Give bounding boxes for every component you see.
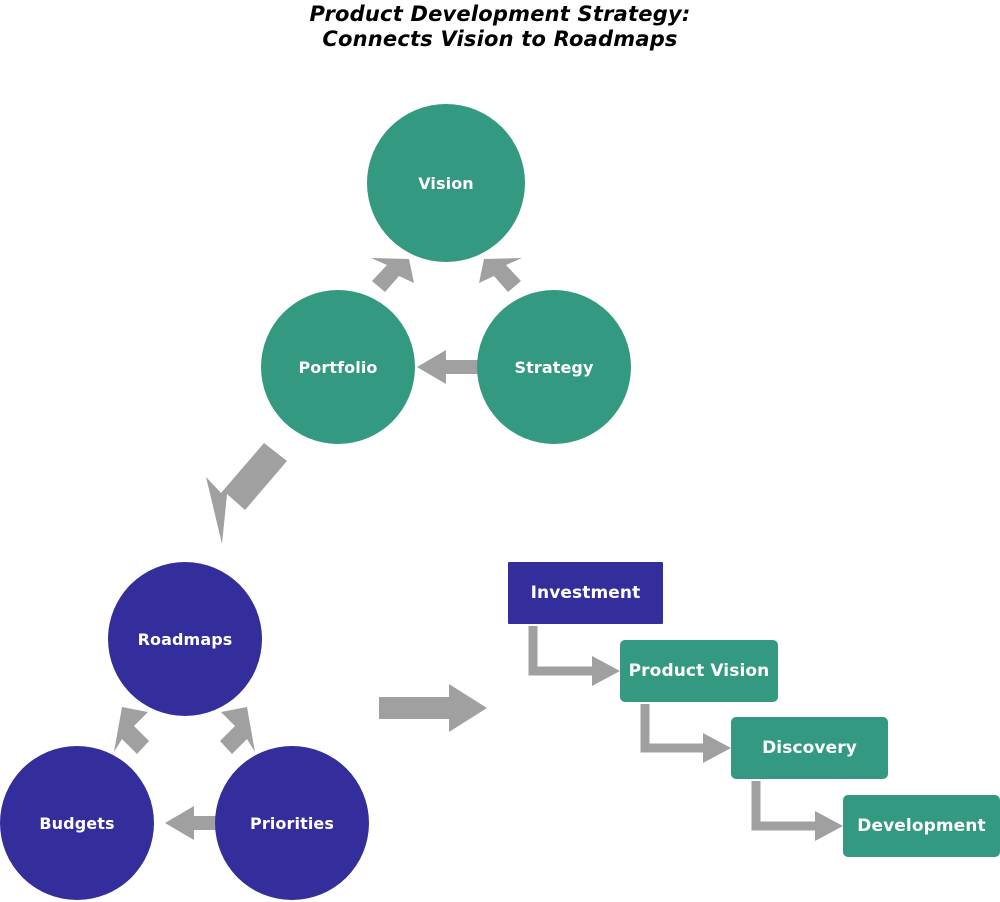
arrow-vision-to-strategy <box>479 258 522 292</box>
node-portfolio[interactable]: Portfolio <box>261 290 415 444</box>
diagram-canvas: Product Development Strategy: Connects V… <box>0 0 1000 902</box>
node-investment[interactable]: Investment <box>508 562 663 624</box>
elbow-discovery-to-development <box>751 781 843 841</box>
node-investment-label: Investment <box>530 583 641 603</box>
node-roadmaps-label: Roadmaps <box>137 629 233 649</box>
elbow-investment-to-product-vision <box>528 626 620 686</box>
arrow-budgets-to-roadmaps <box>114 707 149 754</box>
page-title: Product Development Strategy: Connects V… <box>309 2 691 51</box>
node-strategy[interactable]: Strategy <box>477 290 631 444</box>
node-vision-label: Vision <box>418 173 474 193</box>
node-budgets-label: Budgets <box>39 813 115 833</box>
node-priorities-label: Priorities <box>250 813 334 833</box>
node-portfolio-label: Portfolio <box>298 357 378 377</box>
arrow-strategy-to-portfolio <box>417 350 478 384</box>
node-priorities[interactable]: Priorities <box>215 746 369 900</box>
arrow-roadmaps-to-flow <box>379 684 487 732</box>
arrow-priorities-to-roadmaps <box>220 707 255 754</box>
arrow-priorities-to-budgets <box>165 806 217 840</box>
node-product-vision-label: Product Vision <box>628 661 770 681</box>
node-discovery-label: Discovery <box>762 738 857 758</box>
elbow-product-vision-to-discovery <box>640 704 731 763</box>
arrow-vision-to-portfolio <box>371 258 414 292</box>
node-vision[interactable]: Vision <box>367 104 525 262</box>
node-product-vision[interactable]: Product Vision <box>620 640 778 702</box>
node-roadmaps[interactable]: Roadmaps <box>108 562 262 716</box>
node-development-label: Development <box>857 816 986 836</box>
node-development[interactable]: Development <box>843 795 1000 857</box>
arrow-portfolio-to-roadmaps <box>206 443 287 544</box>
node-discovery[interactable]: Discovery <box>731 717 888 779</box>
node-budgets[interactable]: Budgets <box>0 746 154 900</box>
node-strategy-label: Strategy <box>514 357 594 377</box>
